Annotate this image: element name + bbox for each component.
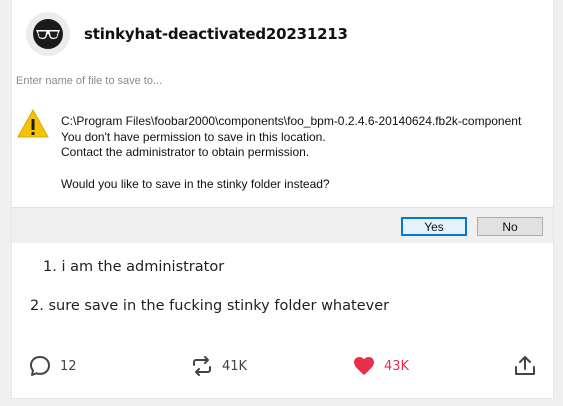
heart-icon bbox=[354, 357, 374, 375]
dialog-path: C:\Program Files\foobar2000\components\f… bbox=[61, 114, 522, 128]
no-button[interactable]: No bbox=[477, 217, 543, 236]
dialog-line-permission: You don't have permission to save in thi… bbox=[61, 129, 326, 144]
warning-icon bbox=[17, 108, 49, 138]
reblog-icon bbox=[193, 356, 211, 376]
filename-placeholder: Enter name of file to save to... bbox=[16, 75, 163, 87]
reblogs-count: 41K bbox=[222, 358, 248, 374]
comment-icon bbox=[30, 356, 50, 376]
likes-count: 43K bbox=[384, 358, 410, 374]
avatar[interactable] bbox=[26, 12, 70, 56]
comments-count: 12 bbox=[60, 358, 77, 374]
list-item: 1. i am the administrator bbox=[43, 259, 225, 275]
dialog-question: Would you like to save in the stinky fol… bbox=[61, 176, 330, 191]
list-item: 2. sure save in the fucking stinky folde… bbox=[30, 298, 390, 314]
comments-button[interactable]: 12 bbox=[28, 350, 77, 382]
dialog-button-bar: Yes No bbox=[12, 207, 553, 243]
post-footer: 12 41K 43K bbox=[12, 350, 553, 382]
post-header: stinkyhat-deactivated20231213 bbox=[26, 12, 348, 56]
reblog-button[interactable]: 41K bbox=[190, 350, 247, 382]
save-permission-dialog: Enter name of file to save to... C:\Prog… bbox=[12, 70, 553, 243]
sunglasses-icon bbox=[33, 19, 63, 49]
share-button[interactable] bbox=[513, 350, 537, 382]
post-card: stinkyhat-deactivated20231213 Enter name… bbox=[11, 0, 554, 398]
card-divider bbox=[11, 398, 552, 399]
like-button[interactable]: 43K bbox=[352, 350, 409, 382]
yes-button[interactable]: Yes bbox=[401, 217, 467, 236]
share-icon bbox=[515, 356, 535, 375]
dialog-line-contact: Contact the administrator to obtain perm… bbox=[61, 145, 310, 159]
dialog-message: C:\Program Files\foobar2000\components\f… bbox=[61, 114, 521, 192]
username-link[interactable]: stinkyhat-deactivated20231213 bbox=[84, 25, 348, 43]
